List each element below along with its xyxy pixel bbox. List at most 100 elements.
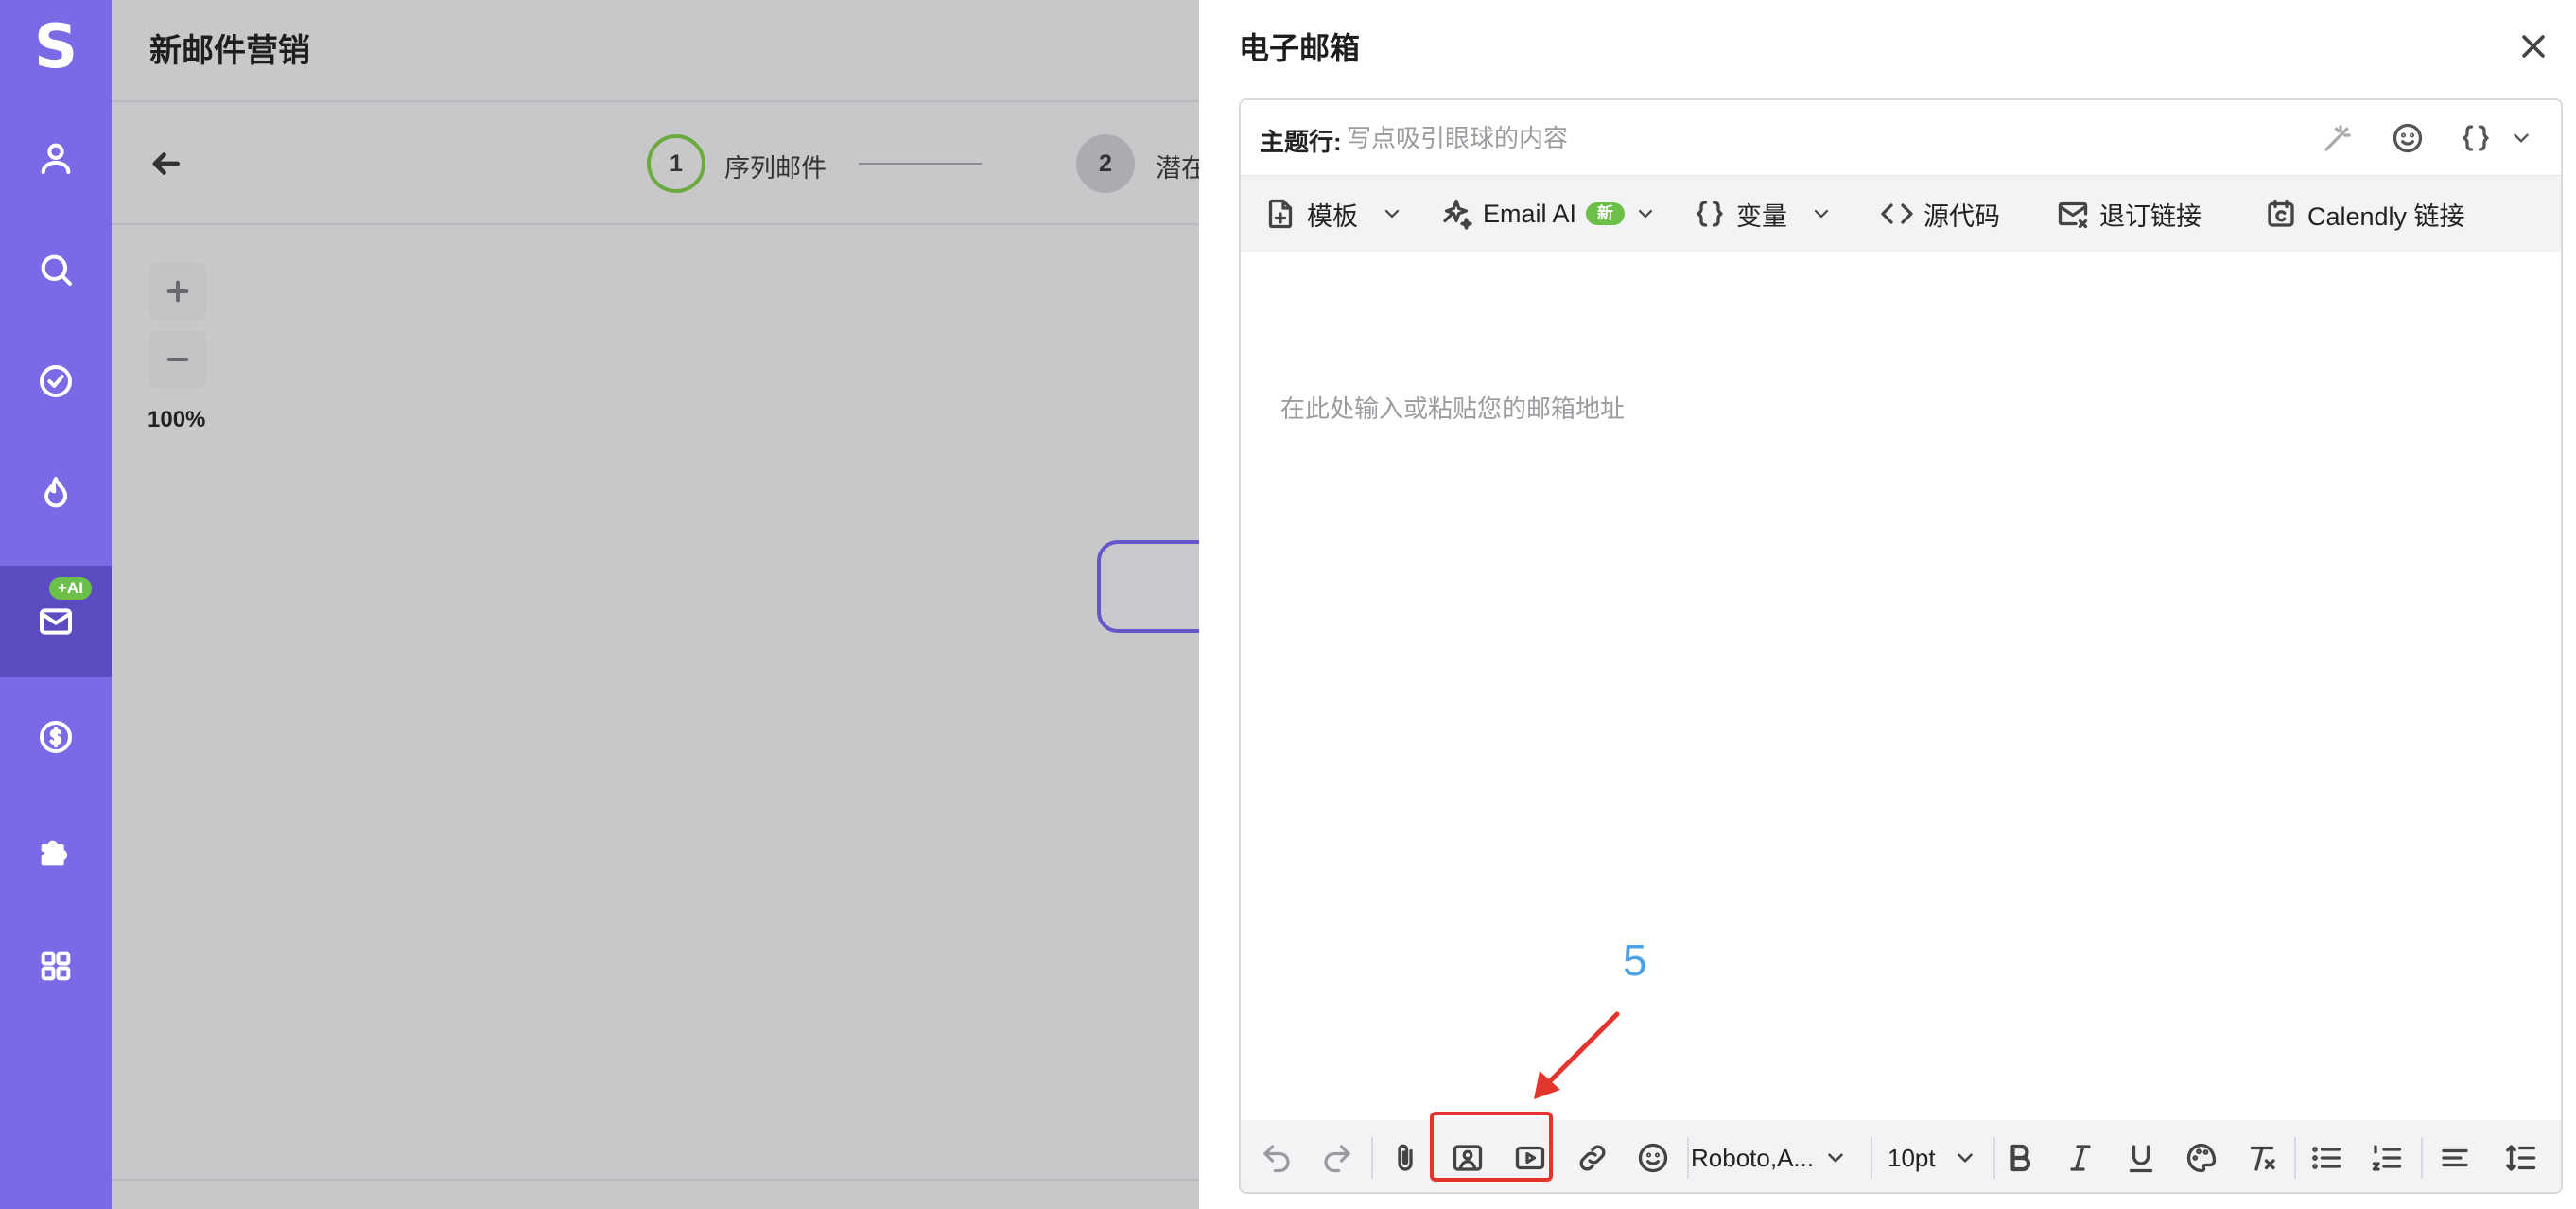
- email-editor: 主题行: 模板 Email AI: [1239, 98, 2563, 1194]
- variables-menu[interactable]: 变量: [1693, 176, 1833, 252]
- unsubscribe-link-button[interactable]: 退订链接: [2056, 176, 2202, 252]
- calendly-link-button[interactable]: Calendly 链接: [2264, 176, 2465, 252]
- sidebar-item-integrations[interactable]: [0, 795, 112, 906]
- user-icon: [41, 143, 71, 174]
- template-label: 模板: [1307, 202, 1358, 231]
- redo-button[interactable]: [1316, 1137, 1358, 1179]
- toolbar-divider: [2294, 1137, 2296, 1179]
- attach-file-button[interactable]: [1384, 1137, 1426, 1179]
- back-button[interactable]: [148, 146, 183, 182]
- toolbar-divider: [1871, 1137, 1872, 1179]
- left-sidebar: S +AI: [0, 0, 112, 1209]
- subject-emoji-button[interactable]: [2389, 119, 2427, 157]
- new-badge: 新: [1586, 202, 1626, 225]
- annotation-arrow-icon: [1534, 1011, 1620, 1099]
- underline-icon: [2129, 1145, 2153, 1173]
- step-1-label[interactable]: 序列邮件: [724, 148, 827, 184]
- toolbar-divider: [1993, 1137, 1995, 1179]
- email-ai-label: Email AI: [1483, 199, 1577, 228]
- redo-icon: [1324, 1145, 1350, 1173]
- puzzle-icon: [41, 840, 67, 866]
- text-color-button[interactable]: [2181, 1137, 2222, 1179]
- chevron-down-icon: [1957, 1153, 1973, 1163]
- app-logo[interactable]: S: [0, 12, 112, 82]
- source-code-label: 源代码: [1923, 202, 2000, 231]
- calendly-link-label: Calendly 链接: [2307, 202, 2465, 231]
- insert-link-button[interactable]: [1572, 1137, 1613, 1179]
- sidebar-item-search[interactable]: [0, 214, 112, 325]
- subject-variable-dropdown[interactable]: [2502, 119, 2540, 157]
- step-connector: [859, 163, 982, 165]
- variables-label: 变量: [1736, 202, 1787, 231]
- sidebar-item-email[interactable]: +AI: [0, 566, 112, 677]
- page-title: 新邮件营销: [149, 33, 310, 69]
- numbered-list-button[interactable]: [2366, 1137, 2408, 1179]
- toolbar-divider: [1371, 1137, 1373, 1179]
- bold-icon: [2010, 1144, 2031, 1172]
- step-2-number[interactable]: 2: [1076, 134, 1135, 193]
- underline-button[interactable]: [2120, 1137, 2162, 1179]
- editor-top-toolbar: 模板 Email AI 新 变量 源代码 退订链接 Calendly 链接: [1241, 176, 2561, 252]
- steps-bar: 1 序列邮件 2 潜在: [112, 104, 1207, 225]
- chevron-down-icon: [1814, 209, 1829, 219]
- undo-icon: [1263, 1145, 1290, 1173]
- source-code-button[interactable]: 源代码: [1880, 176, 2000, 252]
- flame-icon: [44, 477, 67, 508]
- email-drawer: 电子邮箱 主题行: 模板: [1199, 0, 2576, 1209]
- template-menu[interactable]: 模板: [1263, 176, 1403, 252]
- step-1-number[interactable]: 1: [647, 134, 705, 193]
- close-button[interactable]: [2517, 30, 2550, 62]
- mail-unsubscribe-icon: [2058, 202, 2088, 229]
- sidebar-item-tasks[interactable]: [0, 325, 112, 437]
- email-body-editor[interactable]: 在此处输入或粘贴您的邮箱地址: [1241, 252, 2561, 1120]
- clear-format-icon: [2250, 1146, 2275, 1171]
- chevron-down-icon: [2514, 133, 2529, 143]
- italic-button[interactable]: [2060, 1137, 2101, 1179]
- line-height-icon: [2506, 1145, 2536, 1171]
- subject-variable-button[interactable]: [2457, 119, 2495, 157]
- curly-braces-icon: [2463, 125, 2489, 151]
- toolbar-divider: [1687, 1137, 1689, 1179]
- bullet-list-icon: [2312, 1147, 2341, 1169]
- line-height-button[interactable]: [2500, 1137, 2542, 1179]
- palette-icon: [2186, 1143, 2217, 1173]
- ai-magic-button[interactable]: [2319, 119, 2357, 157]
- undo-button[interactable]: [1256, 1137, 1297, 1179]
- align-button[interactable]: [2434, 1137, 2476, 1179]
- font-size-select[interactable]: 10pt: [1888, 1120, 1977, 1192]
- font-family-select[interactable]: Roboto,A...: [1691, 1120, 1848, 1192]
- italic-icon: [2070, 1145, 2091, 1171]
- align-left-icon: [2442, 1148, 2468, 1167]
- bold-button[interactable]: [1999, 1137, 2041, 1179]
- emoji-icon: [2393, 123, 2423, 153]
- apps-grid-icon: [41, 951, 71, 981]
- unsubscribe-link-label: 退订链接: [2099, 202, 2202, 231]
- font-family-value: Roboto,A...: [1691, 1143, 1815, 1172]
- clear-format-button[interactable]: [2241, 1137, 2283, 1179]
- sidebar-item-contacts[interactable]: [0, 102, 112, 214]
- paperclip-icon: [1398, 1144, 1413, 1171]
- email-ai-menu[interactable]: Email AI 新: [1439, 176, 1657, 252]
- magic-wand-icon: [2324, 125, 2351, 151]
- annotation-highlight-box: [1430, 1112, 1553, 1182]
- zoom-out-button[interactable]: [149, 331, 206, 388]
- emoji-icon: [1638, 1143, 1668, 1173]
- curly-braces-icon: [1697, 201, 1723, 227]
- sidebar-item-apps[interactable]: [0, 910, 112, 1022]
- subject-input[interactable]: [1347, 117, 2292, 159]
- calendar-icon: [2268, 199, 2294, 227]
- sidebar-item-hot[interactable]: [0, 437, 112, 549]
- file-add-icon: [1268, 199, 1293, 229]
- minus-icon: [166, 358, 189, 361]
- body-placeholder: 在此处输入或粘贴您的邮箱地址: [1280, 394, 1626, 423]
- zoom-level: 100%: [148, 407, 206, 432]
- subject-row: 主题行:: [1241, 100, 2561, 176]
- check-circle-icon: [40, 365, 72, 397]
- ai-badge: +AI: [49, 577, 92, 600]
- code-icon: [1881, 203, 1913, 224]
- zoom-in-button[interactable]: [149, 263, 206, 320]
- bullet-list-button[interactable]: [2306, 1137, 2347, 1179]
- insert-emoji-button[interactable]: [1632, 1137, 1674, 1179]
- link-icon: [1579, 1145, 1606, 1171]
- sidebar-item-deals[interactable]: [0, 681, 112, 793]
